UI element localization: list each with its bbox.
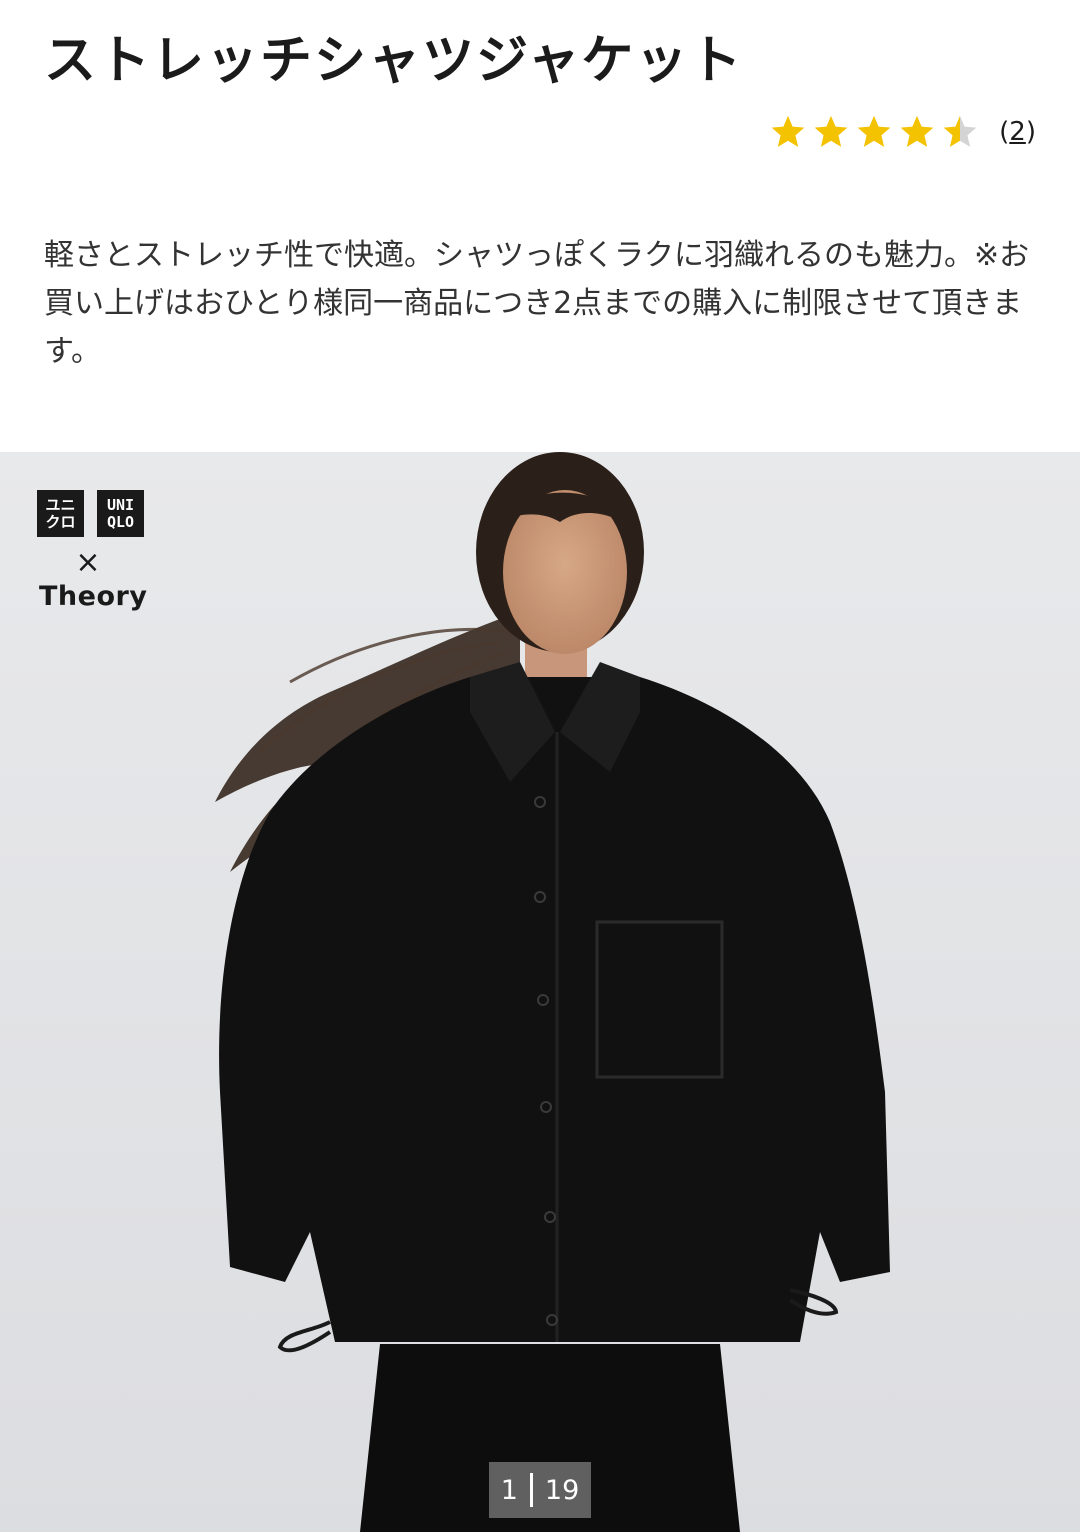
rating-stars xyxy=(769,113,979,151)
review-count-link[interactable]: (2) xyxy=(999,117,1036,147)
pager-total: 19 xyxy=(544,1474,580,1506)
star-icon xyxy=(900,115,934,147)
review-count-open: ( xyxy=(999,117,1010,147)
pager-separator xyxy=(529,1473,533,1507)
star-icon xyxy=(814,115,848,147)
star-icon xyxy=(771,115,805,147)
product-image-carousel[interactable]: ユニ クロ UNI QLO × Theory 1 19 xyxy=(0,452,1080,1532)
collab-logo: ユニ クロ UNI QLO × Theory xyxy=(37,490,147,612)
collab-brand: Theory xyxy=(39,581,148,612)
review-count: 2 xyxy=(1009,117,1026,147)
collab-x: × xyxy=(75,545,101,580)
star-icon xyxy=(943,115,977,147)
uniqlo-logo-katakana: ユニ クロ xyxy=(37,490,84,537)
product-photo xyxy=(0,452,1080,1532)
star-shape xyxy=(857,115,891,147)
product-rating: (2) xyxy=(769,108,1036,156)
star-shape xyxy=(900,115,934,147)
uniqlo-logo: ユニ クロ UNI QLO xyxy=(37,490,147,537)
star-shape xyxy=(943,115,977,147)
uniqlo-logo-latin: UNI QLO xyxy=(97,490,144,537)
product-title: ストレッチシャツジャケット xyxy=(44,31,744,91)
product-page: ストレッチシャツジャケット (2) 軽さとストレッチ性で快適。シャツっぽくラクに… xyxy=(0,0,1080,1532)
image-pager: 1 19 xyxy=(489,1462,591,1518)
star-icon xyxy=(857,115,891,147)
jacket xyxy=(219,677,891,1342)
review-count-close: ) xyxy=(1025,117,1036,147)
star-shape xyxy=(771,115,805,147)
logo-box1-top: ユニ xyxy=(45,495,76,514)
star-shape xyxy=(814,115,848,147)
pager-current: 1 xyxy=(500,1474,518,1506)
product-description: 軽さとストレッチ性で快適。シャツっぽくラクに羽織れるのも魅力。※お買い上げはおひ… xyxy=(44,238,1030,369)
logo-box2-bottom: QLO xyxy=(106,512,135,531)
logo-box2-top: UNI xyxy=(106,495,135,514)
logo-box1-bottom: クロ xyxy=(45,512,76,531)
